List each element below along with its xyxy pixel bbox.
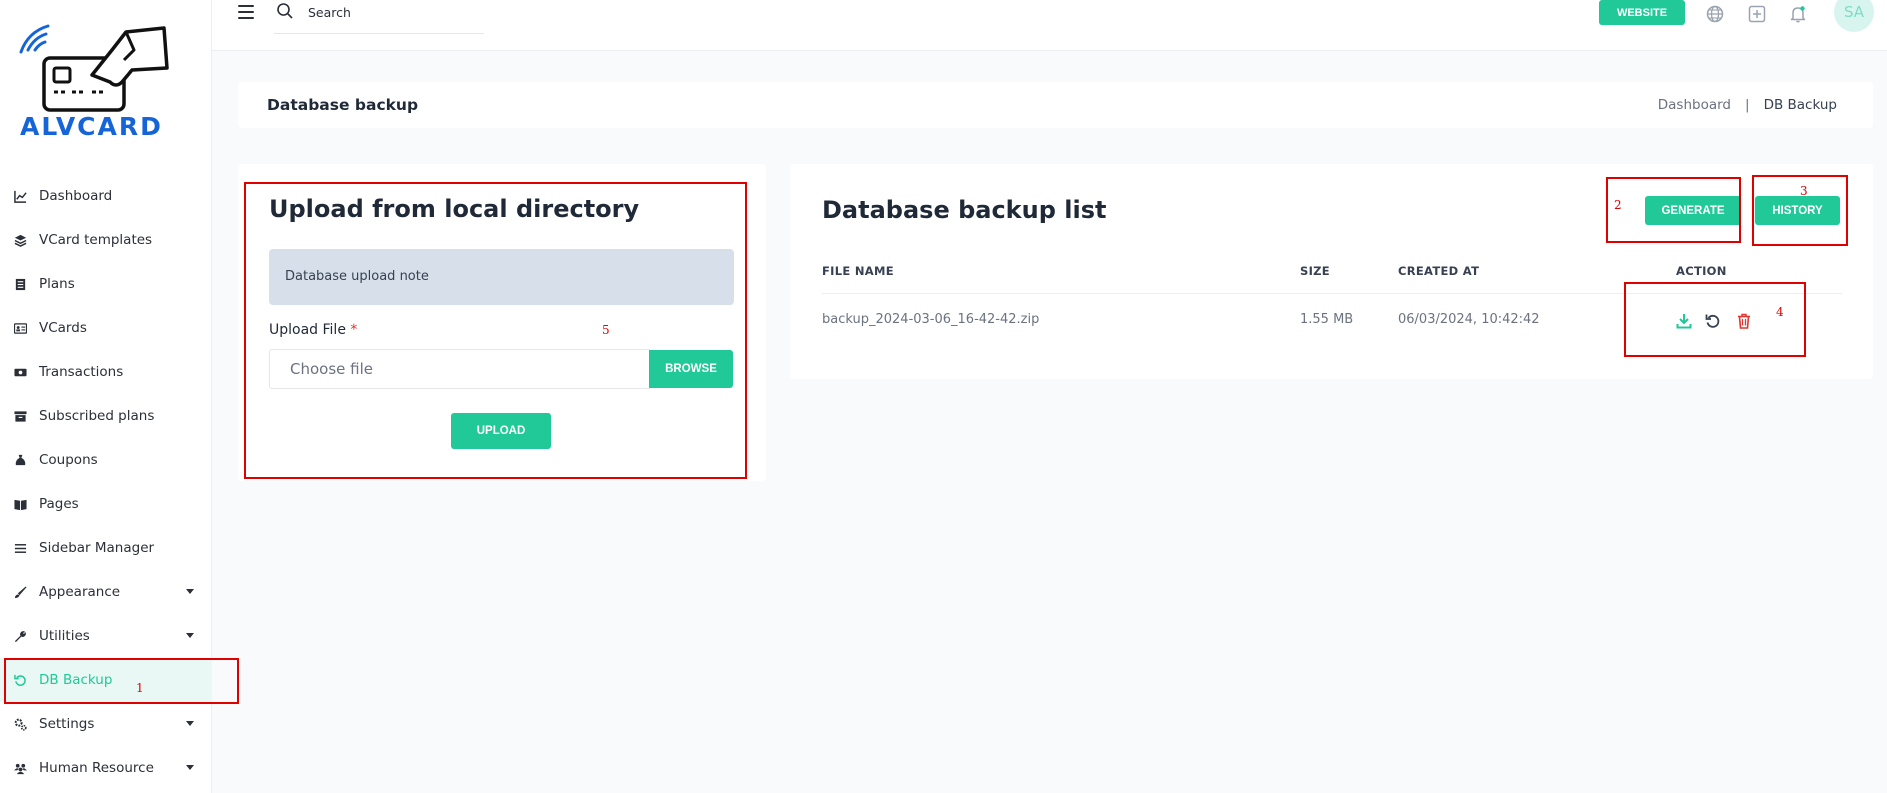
sidebar-item-plans[interactable]: Plans [0,262,212,306]
avatar[interactable]: SA [1834,0,1874,32]
sidebar-item-transactions[interactable]: Transactions [0,350,212,394]
sidebar-item-sidebar-manager[interactable]: Sidebar Manager [0,526,212,570]
chart-line-icon [13,189,27,203]
sidebar-item-label: Coupons [39,452,98,468]
menu-toggle-icon[interactable] [238,5,254,19]
money-icon [13,365,27,379]
sidebar-item-settings[interactable]: Settings [0,702,212,746]
sidebar-item-label: Pages [39,496,79,512]
created-at-cell: 06/03/2024, 10:42:42 [1398,312,1540,327]
column-header-file-name: FILE NAME [822,264,894,278]
money-bag-icon [13,453,27,467]
chevron-down-icon [186,765,194,770]
sidebar-item-label: VCard templates [39,232,153,248]
website-button[interactable]: WEBSITE [1599,0,1685,25]
annotation-number-3: 3 [1800,184,1808,198]
wrench-icon [13,629,27,643]
archive-icon [13,409,27,423]
annotation-box-actions [1624,282,1806,357]
sidebar-item-vcard-templates[interactable]: VCard templates [0,218,212,262]
sidebar-item-label: Plans [39,276,75,292]
cogs-icon [13,717,27,731]
users-icon [13,761,27,775]
list-doc-icon [13,277,27,291]
bars-icon [13,541,27,555]
column-header-action: ACTION [1676,264,1727,278]
sidebar-item-appearance[interactable]: Appearance [0,570,212,614]
page-title: Database backup [267,96,419,114]
chevron-down-icon [186,721,194,726]
sidebar-item-dashboard[interactable]: Dashboard [0,174,212,218]
brush-icon [13,585,27,599]
sidebar-item-label: Sidebar Manager [39,540,155,556]
sidebar-item-human-resource[interactable]: Human Resource [0,746,212,790]
layers-icon [13,233,27,247]
sidebar-item-label: Dashboard [39,188,113,204]
sidebar-item-label: Appearance [39,584,121,600]
column-header-size: SIZE [1300,264,1330,278]
sidebar-item-label: Utilities [39,628,90,644]
breadcrumb-separator: | [1745,97,1750,113]
search-input[interactable] [308,2,468,22]
chevron-down-icon [186,589,194,594]
chevron-down-icon [186,633,194,638]
file-name-cell: backup_2024-03-06_16-42-42.zip [822,312,1040,327]
id-card-icon [13,321,27,335]
sidebar-item-label: Transactions [39,364,124,380]
search-icon [276,2,294,24]
sidebar-item-coupons[interactable]: Coupons [0,438,212,482]
brand-name: ALVCARD [20,112,163,141]
book-icon [13,497,27,511]
annotation-number-5: 5 [602,323,610,337]
search-bar [274,0,484,34]
breadcrumb: Dashboard | DB Backup [1658,97,1837,113]
sidebar-item-label: Subscribed plans [39,408,155,424]
brand-logo[interactable]: ALVCARD [14,20,174,145]
annotation-number-4: 4 [1776,305,1784,319]
annotation-box-db-backup [4,658,239,704]
sidebar-item-subscribed-plans[interactable]: Subscribed plans [0,394,212,438]
sidebar-item-label: Settings [39,716,95,732]
bell-icon[interactable] [1788,4,1808,24]
breadcrumb-home-link[interactable]: Dashboard [1658,97,1731,113]
globe-icon[interactable] [1705,4,1725,24]
sidebar-item-vcards[interactable]: VCards [0,306,212,350]
size-cell: 1.55 MB [1300,312,1354,327]
add-square-icon[interactable] [1747,4,1767,24]
annotation-box-upload [244,182,747,479]
breadcrumb-current: DB Backup [1763,97,1837,113]
sidebar-item-utilities[interactable]: Utilities [0,614,212,658]
column-header-created-at: CREATED AT [1398,264,1480,278]
topbar: WEBSITE SA [212,0,1887,51]
sidebar-item-label: Human Resource [39,760,154,776]
annotation-number-2: 2 [1614,198,1622,212]
sidebar-item-label: VCards [39,320,87,336]
annotation-number-1: 1 [136,681,144,695]
sidebar-item-pages[interactable]: Pages [0,482,212,526]
backup-list-heading: Database backup list [822,196,1107,224]
page-header: Database backup Dashboard | DB Backup [238,82,1873,128]
annotation-box-generate [1606,177,1741,243]
card-tap-logo-icon [19,24,169,112]
